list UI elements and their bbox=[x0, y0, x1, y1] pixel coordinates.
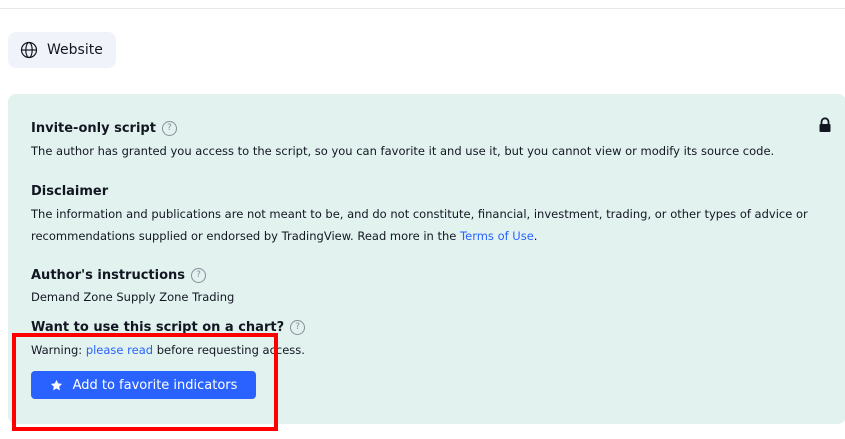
terms-of-use-link[interactable]: Terms of Use bbox=[460, 229, 534, 243]
help-icon[interactable]: ? bbox=[191, 268, 207, 283]
invite-only-text: The author has granted you access to the… bbox=[31, 144, 775, 158]
website-button-label: Website bbox=[47, 42, 103, 58]
disclaimer-line-2: recommendations supplied or endorsed by … bbox=[31, 229, 538, 243]
use-script-title: Want to use this script on a chart? ? bbox=[31, 320, 306, 335]
warning-text: Warning: please read before requesting a… bbox=[31, 343, 305, 357]
help-icon[interactable]: ? bbox=[290, 320, 306, 335]
disclaimer-line-1: The information and publications are not… bbox=[31, 207, 808, 221]
invite-only-title: Invite-only script ? bbox=[31, 121, 177, 136]
star-icon bbox=[50, 379, 62, 390]
author-instructions-text: Demand Zone Supply Zone Trading bbox=[31, 290, 235, 304]
globe-icon bbox=[20, 41, 38, 59]
add-to-favorites-label: Add to favorite indicators bbox=[72, 377, 238, 393]
disclaimer-title: Disclaimer bbox=[31, 184, 109, 199]
help-icon[interactable]: ? bbox=[161, 121, 177, 136]
please-read-link[interactable]: please read bbox=[86, 343, 153, 357]
top-divider bbox=[0, 8, 845, 9]
lock-icon bbox=[819, 117, 831, 132]
add-to-favorites-button[interactable]: Add to favorite indicators bbox=[31, 371, 256, 399]
author-instructions-title: Author's instructions ? bbox=[31, 268, 207, 283]
website-button[interactable]: Website bbox=[8, 32, 116, 68]
